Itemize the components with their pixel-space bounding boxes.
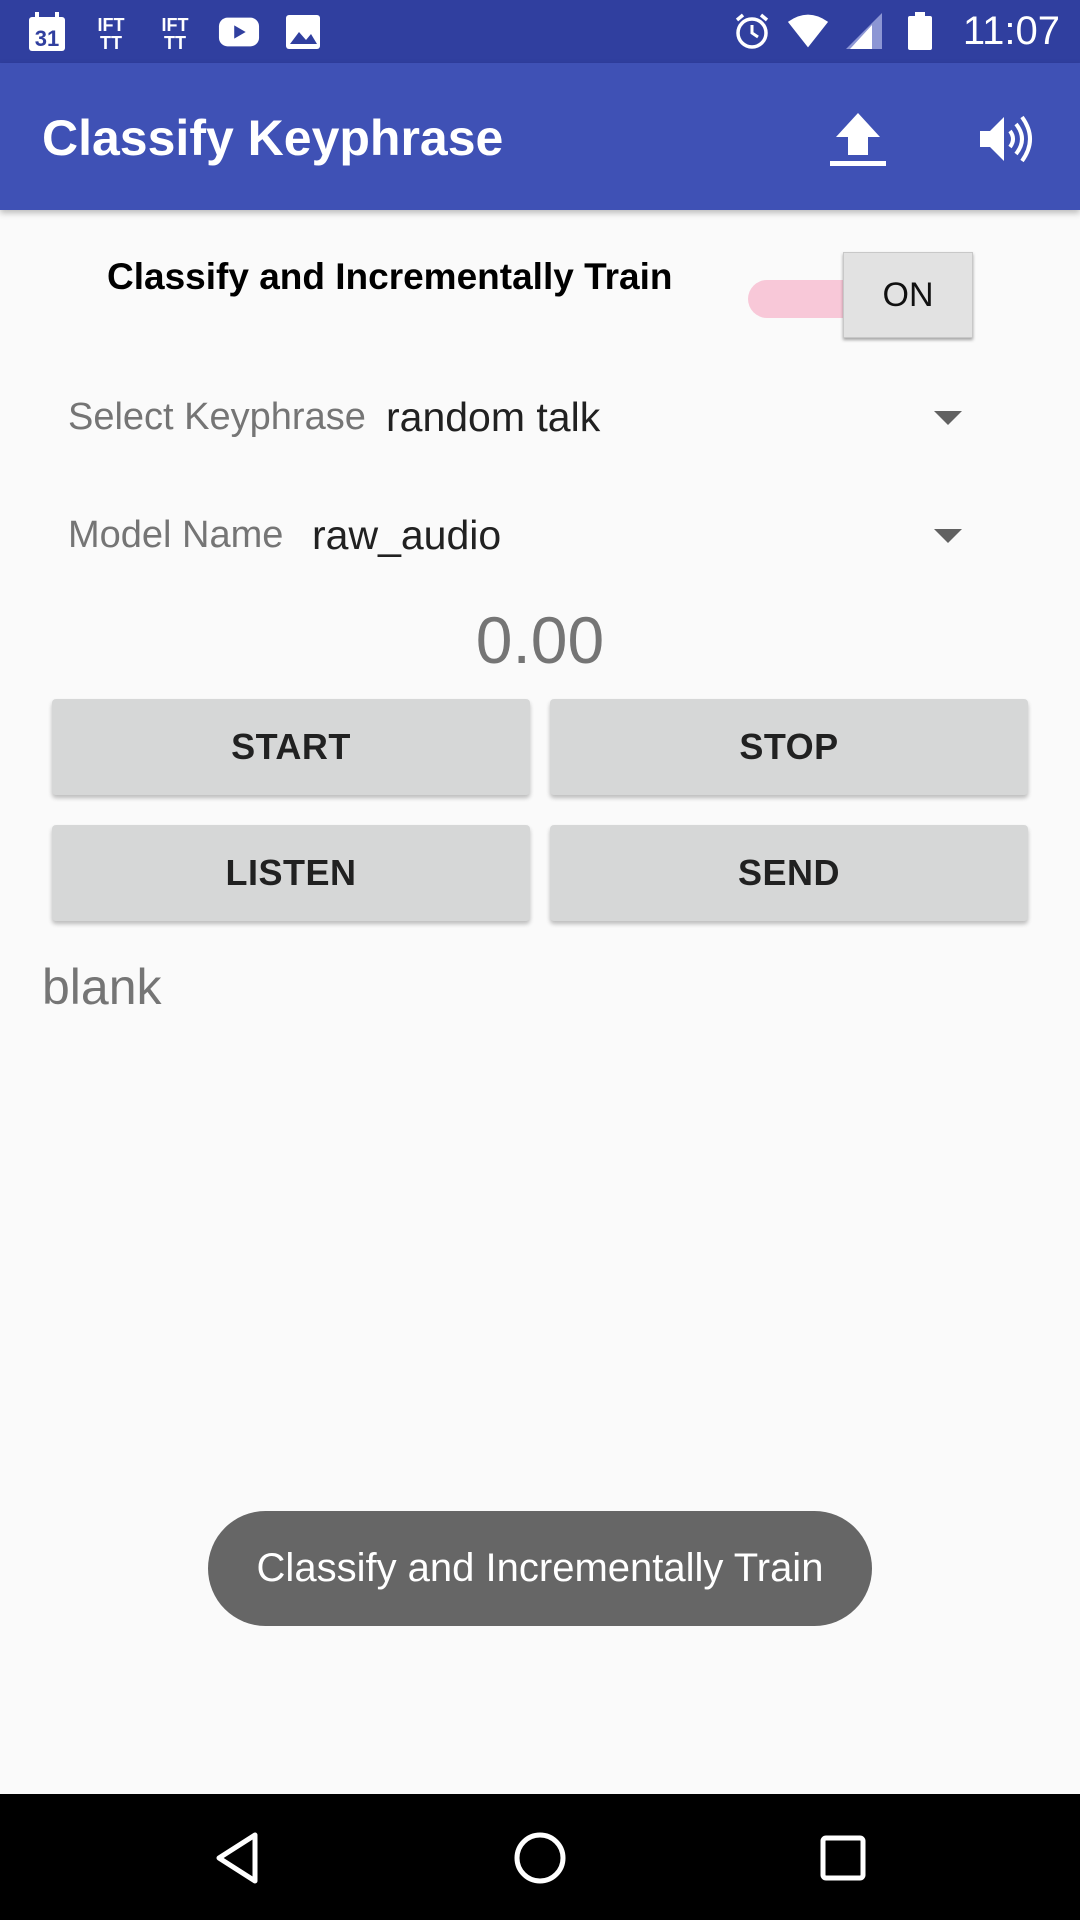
volume-icon: [980, 115, 1032, 163]
svg-text:IFT: IFT: [162, 15, 189, 35]
model-value: raw_audio: [312, 512, 502, 558]
image-icon: [282, 11, 324, 53]
toggle-label: Classify and Incrementally Train: [107, 256, 673, 297]
svg-text:TT: TT: [100, 33, 122, 53]
score-readout: 0.00: [475, 603, 605, 677]
back-icon: [216, 1832, 258, 1884]
alarm-icon: [731, 10, 773, 52]
youtube-icon: [218, 11, 260, 53]
signal-icon: [843, 10, 885, 52]
model-label: Model Name: [68, 514, 284, 556]
app-title: Classify Keyphrase: [42, 110, 504, 166]
recents-button[interactable]: [812, 1827, 874, 1889]
toast-message: Classify and Incrementally Train: [208, 1511, 872, 1626]
back-button[interactable]: [206, 1827, 268, 1889]
calendar-day: 31: [35, 26, 59, 51]
toggle-state-text: ON: [882, 275, 934, 314]
upload-button[interactable]: [822, 103, 894, 175]
keyphrase-value: random talk: [386, 394, 601, 440]
calendar-icon: 31: [26, 11, 68, 53]
wifi-icon: [787, 10, 829, 52]
svg-text:TT: TT: [164, 33, 186, 53]
stop-button[interactable]: STOP: [550, 699, 1028, 795]
app-bar: Classify Keyphrase: [0, 63, 1080, 210]
send-button[interactable]: SEND: [550, 825, 1028, 921]
model-spinner[interactable]: Model Name raw_audio: [68, 494, 978, 574]
keyphrase-label: Select Keyphrase: [68, 396, 366, 438]
ifttt-icon: IFT TT: [154, 11, 196, 53]
keyphrase-spinner[interactable]: Select Keyphrase random talk: [68, 376, 978, 456]
home-icon: [514, 1832, 566, 1884]
battery-icon: [899, 10, 941, 52]
recents-icon: [820, 1835, 866, 1881]
notification-icons: 31 IFT TT IFT TT: [26, 10, 324, 54]
navigation-bar: [0, 1794, 1080, 1920]
result-text: blank: [42, 959, 162, 1015]
system-status: 11:07: [731, 6, 1060, 56]
home-button[interactable]: [509, 1827, 571, 1889]
listen-button[interactable]: LISTEN: [52, 825, 530, 921]
clock: 11:07: [962, 8, 1060, 53]
dropdown-arrow-icon: [934, 529, 962, 543]
status-bar: 31 IFT TT IFT TT 11:07: [0, 0, 1080, 63]
dropdown-arrow-icon: [934, 411, 962, 425]
start-button[interactable]: START: [52, 699, 530, 795]
volume-button[interactable]: [970, 103, 1042, 175]
toggle-switch[interactable]: ON: [843, 252, 973, 338]
svg-text:IFT: IFT: [98, 15, 125, 35]
upload-icon: [830, 113, 886, 166]
toast-text: Classify and Incrementally Train: [256, 1546, 824, 1590]
ifttt-icon: IFT TT: [90, 11, 132, 53]
